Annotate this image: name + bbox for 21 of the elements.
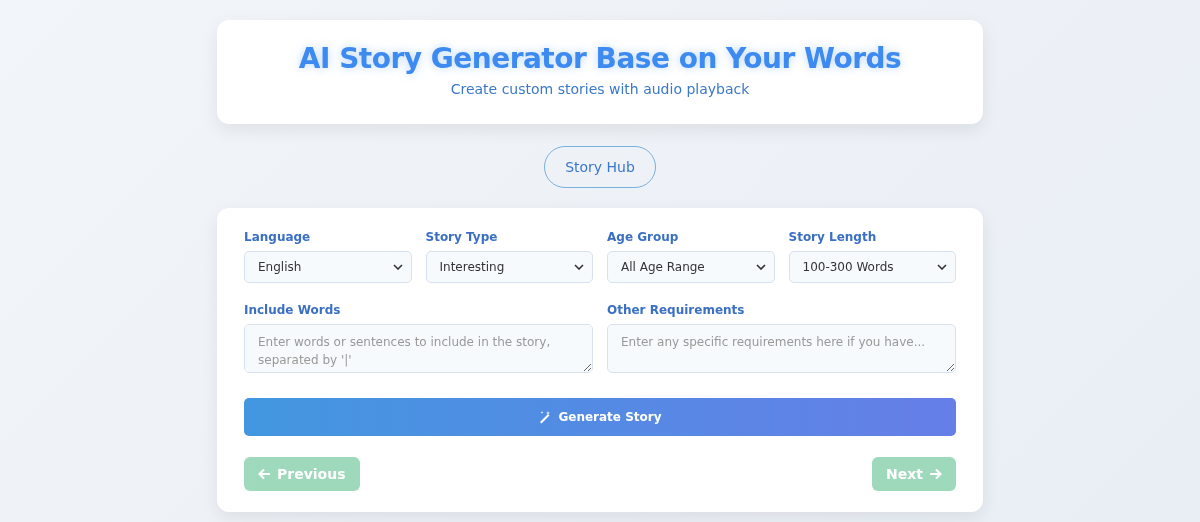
- field-label: Story Length: [788, 230, 878, 244]
- field-label: Story Type: [425, 230, 499, 244]
- arrow-left-icon: [258, 468, 271, 480]
- chevron-down-icon: [392, 264, 403, 270]
- field-label: Other Requirements: [607, 303, 746, 317]
- dropdown[interactable]: English: [244, 251, 412, 283]
- page-subtitle: Create custom stories with audio playback: [450, 81, 750, 97]
- field-label: Age Group: [607, 230, 680, 244]
- dropdown[interactable]: Interesting: [425, 251, 593, 283]
- text-area[interactable]: Enter words or sentences to include in the story, separated by '|': [244, 324, 593, 373]
- dropdown[interactable]: All Age Range: [607, 251, 775, 283]
- chevron-down-icon: [574, 264, 584, 270]
- arrow-right-icon: [929, 468, 942, 480]
- chevron-down-icon: [937, 264, 947, 270]
- page-title: AI Story Generator Base on Your Words: [298, 42, 902, 75]
- field-label: Language: [244, 230, 312, 244]
- dropdown[interactable]: 100-300 Words: [788, 251, 956, 283]
- field-label: Include Words: [244, 303, 342, 317]
- chevron-down-icon: [755, 264, 766, 270]
- text-area[interactable]: Enter any specific requirements here if you have...: [607, 324, 956, 373]
- magic-wand-icon: [538, 410, 553, 424]
